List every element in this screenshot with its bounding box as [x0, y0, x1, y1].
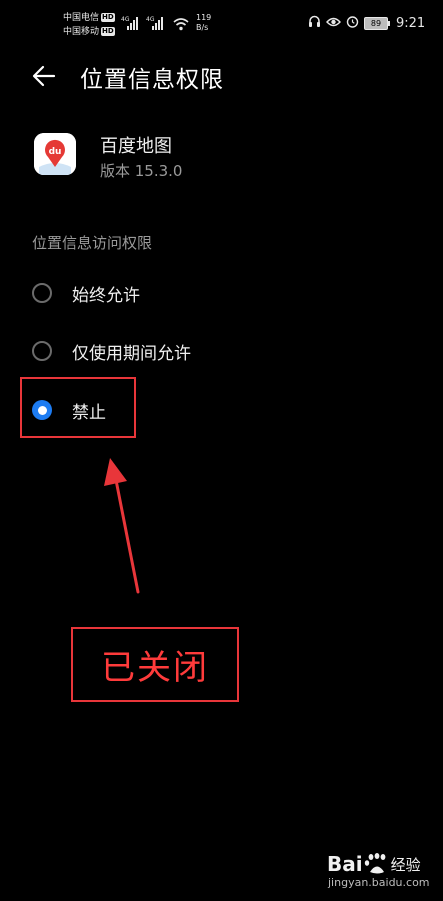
watermark-logo-suffix: 经验: [390, 855, 421, 874]
clock: 9:21: [396, 16, 426, 31]
network-speed: 119 B/s: [196, 13, 211, 33]
annotation-arrow-icon: [104, 458, 140, 594]
headset-icon: [308, 15, 321, 32]
annotation-label-box: 已关闭: [71, 627, 239, 702]
speed-unit: B/s: [196, 23, 209, 32]
page-title: 位置信息权限: [80, 67, 224, 93]
app-icon-text: du: [49, 147, 62, 157]
speed-value: 119: [196, 13, 212, 22]
app-version: 版本 15.3.0: [100, 162, 183, 180]
carrier-2-label: 中国移动: [63, 27, 100, 37]
back-arrow-icon: [32, 65, 56, 87]
paw-icon: [364, 853, 386, 874]
radio-unchecked-icon[interactable]: [32, 283, 52, 303]
signal-icon: 4G 4G: [121, 14, 171, 36]
carrier-1-label: 中国电信: [63, 13, 100, 23]
back-button[interactable]: [30, 62, 58, 90]
app-name: 百度地图: [100, 136, 172, 157]
option-label: 始终允许: [72, 285, 140, 306]
eye-icon: [326, 16, 341, 32]
baidu-map-app-icon: du: [34, 133, 76, 175]
radio-unchecked-icon[interactable]: [32, 341, 52, 361]
section-label: 位置信息访问权限: [32, 234, 153, 252]
option-always-allow[interactable]: 始终允许: [32, 278, 140, 308]
status-icons-right: 89 9:21: [308, 15, 425, 32]
baidu-jingyan-watermark: Bai 经验: [327, 852, 421, 876]
alarm-icon: [346, 15, 359, 32]
carrier-2: 中国移动 HD: [63, 26, 115, 38]
wifi-icon: [173, 16, 189, 35]
net-type-2: 4G: [146, 16, 155, 23]
net-type-1: 4G: [121, 16, 130, 23]
watermark-logo-text: Bai: [327, 852, 363, 876]
option-label: 仅使用期间允许: [72, 343, 191, 364]
highlight-box: [20, 377, 136, 438]
carrier-1: 中国电信 HD: [63, 12, 115, 24]
option-allow-while-in-use[interactable]: 仅使用期间允许: [32, 336, 191, 366]
hd-badge: HD: [101, 13, 115, 22]
annotation-text: 已关闭: [101, 648, 209, 688]
battery-icon: 89: [364, 17, 390, 30]
hd-badge: HD: [101, 27, 115, 36]
watermark-url: jingyan.baidu.com: [328, 876, 430, 889]
